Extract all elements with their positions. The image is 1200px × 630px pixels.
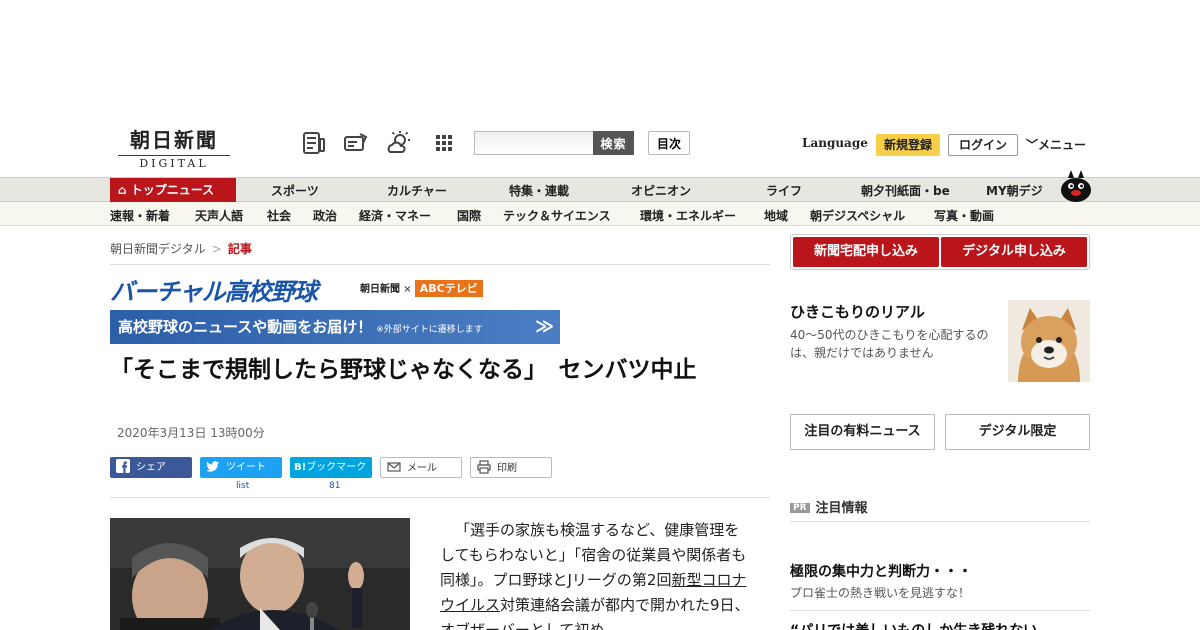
chevron-down-icon: ﹀ bbox=[1026, 138, 1039, 152]
apps-grid-icon[interactable] bbox=[431, 130, 457, 156]
pr-item-title[interactable]: 極限の集中力と判断力・・・ bbox=[790, 561, 972, 581]
main-nav: ⌂ トップニュース スポーツ カルチャー 特集・連載 オピニオン ライフ 朝夕刊… bbox=[0, 177, 1200, 202]
print-button[interactable]: 印刷 bbox=[470, 457, 552, 478]
weather-icon[interactable] bbox=[386, 130, 412, 156]
subnav-special[interactable]: 朝デジスペシャル bbox=[810, 207, 905, 224]
nav-paper[interactable]: 朝夕刊紙面・be bbox=[861, 182, 950, 199]
koshien-banner[interactable]: 高校野球のニュースや動画をお届け！ ※外部サイトに遷移します ≫ bbox=[110, 310, 560, 344]
breadcrumb-current: 記事 bbox=[227, 242, 252, 256]
pr-badge: PR bbox=[790, 503, 810, 513]
hatena-bookmark-button[interactable]: B!ブックマーク bbox=[290, 457, 372, 478]
divider bbox=[790, 610, 1090, 611]
article-headline: 「そこまで規制したら野球じゃなくなる」 センバツ中止 bbox=[110, 357, 697, 383]
divider bbox=[110, 264, 770, 265]
print-icon bbox=[477, 460, 491, 474]
menu-label: メニュー bbox=[1038, 138, 1087, 152]
divider bbox=[110, 497, 770, 498]
banner-partner-logos: 朝日新聞 × ABCテレビ bbox=[360, 280, 483, 297]
nav-top-news-label: トップニュース bbox=[130, 183, 215, 197]
nav-opinion[interactable]: オピニオン bbox=[631, 182, 691, 199]
banner-note: ※外部サイトに遷移します bbox=[376, 325, 483, 335]
sub-nav: 速報・新着 天声人語 社会 政治 経済・マネー 国際 テック＆サイエンス 環境・… bbox=[0, 202, 1200, 226]
asahi-logo: 朝日新聞 bbox=[360, 284, 400, 295]
logo-en: DIGITAL bbox=[118, 155, 230, 170]
breadcrumb: 朝日新聞デジタル > 記事 bbox=[110, 240, 252, 257]
hatena-icon: B! bbox=[294, 462, 307, 473]
hatena-count[interactable]: 81 bbox=[329, 481, 340, 491]
login-button[interactable]: ログイン bbox=[948, 134, 1018, 156]
article-body: 「選手の家族も検温するなど、健康管理をしてもらわないと」「宿舎の従業員や関係者も… bbox=[440, 518, 752, 630]
subnav-photo[interactable]: 写真・動画 bbox=[934, 207, 994, 224]
promo-title[interactable]: ひきこもりのリアル bbox=[790, 301, 925, 322]
shiba-dog-image bbox=[1008, 300, 1090, 382]
pr-section-heading: PR 注目情報 bbox=[790, 497, 868, 516]
nav-top-news[interactable]: ⌂ トップニュース bbox=[110, 178, 236, 202]
subnav-society[interactable]: 社会 bbox=[267, 207, 291, 224]
banner-times: × bbox=[403, 284, 412, 295]
mail-share-button[interactable]: メール bbox=[380, 457, 462, 478]
facebook-share-label: シェア bbox=[136, 462, 166, 473]
double-arrow-icon: ≫ bbox=[535, 316, 554, 337]
newspaper-icon[interactable] bbox=[301, 130, 327, 156]
abc-tv-logo: ABCテレビ bbox=[414, 280, 483, 297]
facebook-share-button[interactable]: シェア bbox=[110, 457, 192, 478]
subnav-international[interactable]: 国際 bbox=[457, 207, 481, 224]
subscribe-buttons: 新聞宅配申し込み デジタル申し込み bbox=[790, 234, 1090, 270]
pr-item-title[interactable]: “パリでは美しいものしか生き残れない bbox=[790, 620, 1037, 630]
banner-tagline: 高校野球のニュースや動画をお届け！ bbox=[118, 318, 373, 336]
press-conference-photo bbox=[110, 518, 410, 630]
breadcrumb-home[interactable]: 朝日新聞デジタル bbox=[110, 242, 206, 256]
article-photo[interactable] bbox=[110, 518, 410, 630]
site-logo[interactable]: 朝日新聞 DIGITAL bbox=[118, 124, 230, 170]
search-input[interactable] bbox=[474, 131, 594, 155]
subnav-economy[interactable]: 経済・マネー bbox=[359, 207, 431, 224]
language-link[interactable]: Language bbox=[802, 136, 868, 150]
subnav-politics[interactable]: 政治 bbox=[313, 207, 337, 224]
digital-limited-button[interactable]: デジタル限定 bbox=[945, 414, 1090, 450]
divider bbox=[790, 521, 1090, 522]
search-button[interactable]: 検索 bbox=[593, 131, 634, 155]
twitter-icon bbox=[206, 461, 219, 472]
digital-subscribe-button[interactable]: デジタル申し込み bbox=[941, 237, 1087, 267]
menu-button[interactable]: ﹀メニュー bbox=[1026, 136, 1086, 153]
pr-heading-label: 注目情報 bbox=[815, 501, 868, 516]
pr-item-subtitle[interactable]: プロ雀士の熱き戦いを見逃すな！ bbox=[790, 584, 970, 601]
site-header: 朝日新聞 DIGITAL 検索 目次 Language 新規登録 ログイン ﹀メ… bbox=[0, 120, 1200, 176]
subnav-environment[interactable]: 環境・エネルギー bbox=[640, 207, 736, 224]
nav-sports[interactable]: スポーツ bbox=[271, 182, 319, 199]
breadcrumb-separator: > bbox=[211, 242, 222, 256]
virtual-koshien-logo[interactable]: バーチャル高校野球 bbox=[110, 272, 318, 307]
home-icon: ⌂ bbox=[118, 183, 127, 197]
mascot-icon bbox=[1061, 170, 1091, 202]
ticket-icon[interactable] bbox=[343, 130, 369, 156]
mail-icon bbox=[387, 462, 401, 472]
promo-description[interactable]: 40～50代のひきこもりを心配するのは、親だけではありません bbox=[790, 326, 1005, 362]
newspaper-delivery-button[interactable]: 新聞宅配申し込み bbox=[793, 237, 939, 267]
twitter-count[interactable]: list bbox=[236, 481, 249, 491]
signup-button[interactable]: 新規登録 bbox=[876, 134, 940, 156]
hatena-label: ブックマーク bbox=[306, 462, 367, 473]
paid-news-button[interactable]: 注目の有料ニュース bbox=[790, 414, 935, 450]
subnav-tech[interactable]: テック＆サイエンス bbox=[503, 207, 611, 224]
mail-label: メール bbox=[407, 463, 437, 474]
toc-button[interactable]: 目次 bbox=[648, 131, 690, 155]
nav-culture[interactable]: カルチャー bbox=[387, 182, 447, 199]
twitter-share-label: ツイート bbox=[226, 462, 266, 473]
article-date: 2020年3月13日 13時00分 bbox=[117, 426, 265, 440]
subnav-tenseijingo[interactable]: 天声人語 bbox=[195, 207, 243, 224]
nav-my[interactable]: MY朝デジ bbox=[986, 182, 1043, 199]
print-label: 印刷 bbox=[497, 463, 517, 474]
promo-thumbnail[interactable] bbox=[1008, 300, 1090, 382]
nav-features[interactable]: 特集・連載 bbox=[509, 182, 569, 199]
logo-jp: 朝日新聞 bbox=[130, 128, 218, 152]
twitter-share-button[interactable]: ツイート bbox=[200, 457, 282, 478]
nav-life[interactable]: ライフ bbox=[766, 182, 802, 199]
subnav-breaking[interactable]: 速報・新着 bbox=[110, 207, 170, 224]
facebook-icon bbox=[116, 459, 130, 473]
subnav-region[interactable]: 地域 bbox=[764, 207, 788, 224]
